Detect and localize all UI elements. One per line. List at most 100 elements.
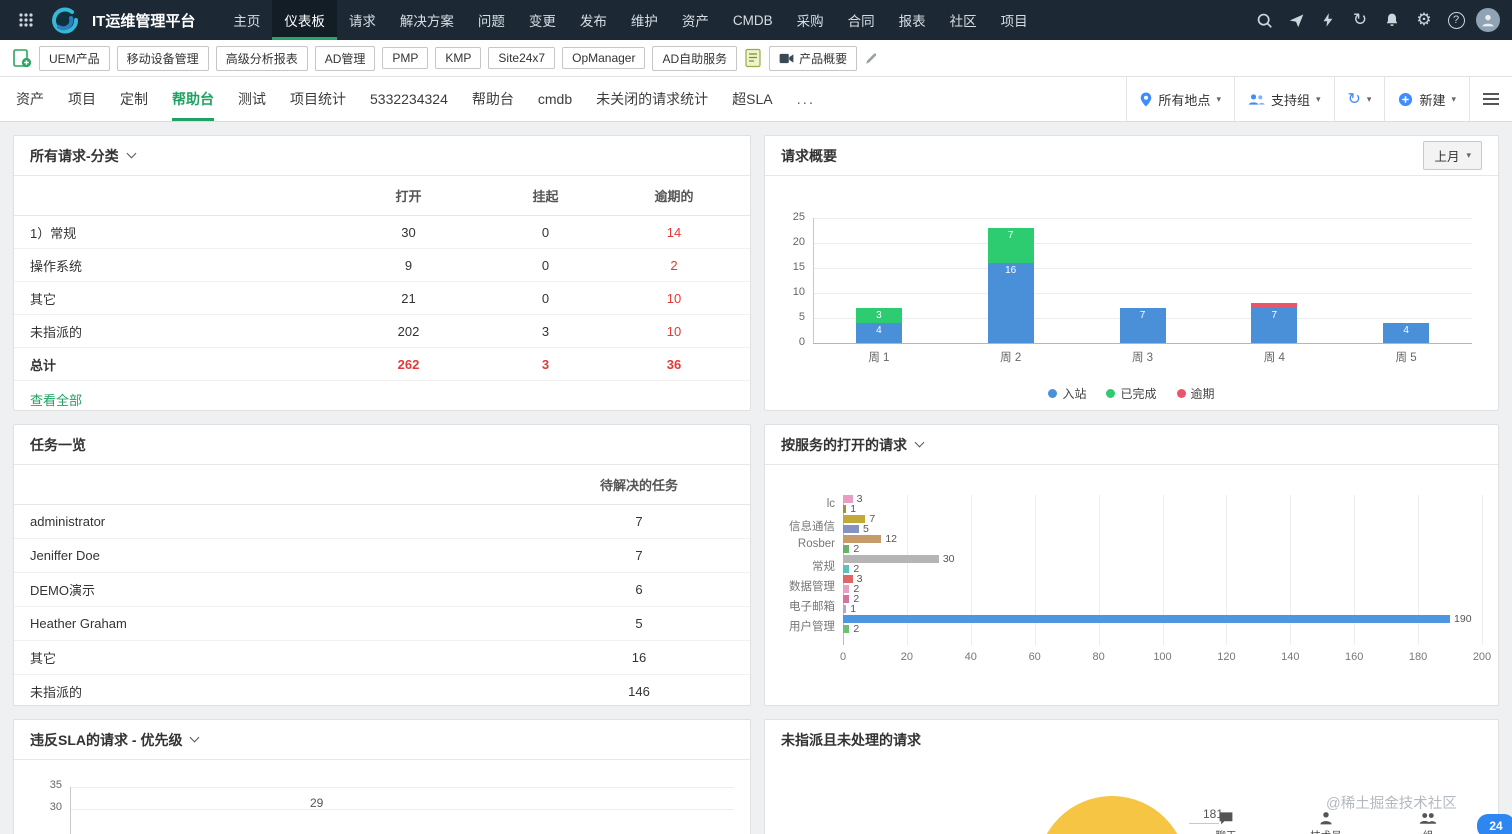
bar[interactable]	[843, 495, 853, 503]
tab-unclosed-stats[interactable]: 未关闭的请求统计	[596, 77, 708, 121]
bar[interactable]	[843, 505, 846, 513]
task-count[interactable]: 5	[544, 616, 734, 631]
bar-segment[interactable]: 4	[856, 323, 902, 343]
shortcut-opmanager[interactable]: OpManager	[562, 47, 645, 69]
nav-item-purchase[interactable]: 采购	[785, 0, 836, 40]
edit-pencil-icon[interactable]	[864, 51, 879, 66]
add-shortcut-icon[interactable]	[12, 48, 32, 68]
open-value[interactable]: 9	[340, 258, 477, 273]
notes-icon[interactable]	[744, 48, 762, 68]
notifications-bell-icon[interactable]	[1378, 6, 1406, 34]
shortcut-adselfservice[interactable]: AD自助服务	[652, 46, 737, 71]
zia-bolt-icon[interactable]	[1314, 6, 1342, 34]
table-row[interactable]: 其它 21 0 10	[14, 282, 750, 315]
chevron-down-icon[interactable]	[126, 149, 136, 159]
bar[interactable]	[843, 595, 849, 603]
shortcut-mdm[interactable]: 移动设备管理	[117, 46, 209, 71]
dock-item-technicians[interactable]: 技术员	[1296, 810, 1356, 834]
nav-item-dashboard[interactable]: 仪表板	[272, 0, 337, 40]
tab-test[interactable]: 测试	[238, 77, 266, 121]
shortcut-pmp[interactable]: PMP	[382, 47, 428, 69]
table-row[interactable]: 1）常规 30 0 14	[14, 216, 750, 249]
view-all-link[interactable]: 查看全部	[14, 381, 98, 411]
legend-item[interactable]: 已完成	[1106, 385, 1156, 402]
announcement-icon[interactable]	[1282, 6, 1310, 34]
task-count[interactable]: 7	[544, 514, 734, 529]
open-value[interactable]: 202	[340, 324, 477, 339]
task-count[interactable]: 6	[544, 582, 734, 597]
bar[interactable]	[843, 585, 849, 593]
bar[interactable]	[843, 555, 939, 563]
bar[interactable]	[843, 575, 853, 583]
tab-5332234324[interactable]: 5332234324	[370, 77, 448, 121]
overdue-value[interactable]: 14	[614, 225, 734, 240]
refresh-dropdown[interactable]: ↻ ▾	[1334, 77, 1385, 121]
dock-item-chat[interactable]: 聊天	[1196, 810, 1256, 834]
nav-item-solutions[interactable]: 解决方案	[388, 0, 466, 40]
settings-gear-icon[interactable]: ⚙	[1410, 6, 1438, 34]
bar[interactable]	[843, 515, 865, 523]
bar-segment[interactable]: 3	[856, 308, 902, 323]
tab-project-stats[interactable]: 项目统计	[290, 77, 346, 121]
open-value[interactable]: 30	[340, 225, 477, 240]
list-item[interactable]: 其它 16	[14, 641, 750, 675]
overdue-total[interactable]: 36	[614, 357, 734, 372]
table-row[interactable]: 未指派的 202 3 10	[14, 315, 750, 348]
nav-item-community[interactable]: 社区	[938, 0, 989, 40]
help-icon[interactable]: ?	[1442, 6, 1470, 34]
bar[interactable]	[843, 565, 849, 573]
nav-item-contracts[interactable]: 合同	[836, 0, 887, 40]
user-avatar[interactable]	[1474, 6, 1502, 34]
nav-item-maintenance[interactable]: 维护	[619, 0, 670, 40]
nav-item-assets[interactable]: 资产	[670, 0, 721, 40]
hold-value[interactable]: 0	[477, 225, 614, 240]
search-icon[interactable]	[1250, 6, 1278, 34]
open-total[interactable]: 262	[340, 357, 477, 372]
support-group-dropdown[interactable]: 支持组 ▾	[1234, 77, 1334, 121]
chat-widget-badge[interactable]: 24	[1477, 814, 1512, 834]
nav-item-changes[interactable]: 变更	[517, 0, 568, 40]
tab-cmdb[interactable]: cmdb	[538, 77, 572, 121]
bar[interactable]	[843, 535, 881, 543]
bar-segment[interactable]: 16	[988, 263, 1034, 343]
overdue-value[interactable]: 2	[614, 258, 734, 273]
hold-value[interactable]: 3	[477, 324, 614, 339]
tab-over-sla[interactable]: 超SLA	[732, 77, 772, 121]
brand-logo-icon[interactable]	[50, 5, 80, 35]
pie-slice[interactable]	[1037, 796, 1187, 834]
list-item[interactable]: 未指派的 146	[14, 675, 750, 706]
legend-item[interactable]: 逾期	[1177, 385, 1215, 402]
bar[interactable]	[843, 605, 846, 613]
table-row[interactable]: 操作系统 9 0 2	[14, 249, 750, 282]
task-count[interactable]: 16	[544, 650, 734, 665]
product-overview-button[interactable]: 产品概要	[769, 46, 857, 71]
shortcut-uem[interactable]: UEM产品	[39, 46, 110, 71]
tabbar-menu-button[interactable]	[1469, 77, 1512, 121]
nav-item-cmdb[interactable]: CMDB	[721, 0, 785, 40]
bar[interactable]	[843, 525, 859, 533]
bar-segment[interactable]	[1251, 303, 1297, 308]
nav-item-releases[interactable]: 发布	[568, 0, 619, 40]
shortcut-site24x7[interactable]: Site24x7	[488, 47, 555, 69]
tab-assets[interactable]: 资产	[16, 77, 44, 121]
list-item[interactable]: Heather Graham 5	[14, 607, 750, 641]
task-count[interactable]: 7	[544, 548, 734, 563]
list-item[interactable]: DEMO演示 6	[14, 573, 750, 607]
legend-item[interactable]: 入站	[1048, 385, 1086, 402]
hold-value[interactable]: 0	[477, 258, 614, 273]
new-dashboard-button[interactable]: 新建 ▾	[1384, 77, 1469, 121]
hold-total[interactable]: 3	[477, 357, 614, 372]
tabs-more-button[interactable]: ...	[797, 77, 816, 121]
shortcut-kmp[interactable]: KMP	[435, 47, 481, 69]
nav-item-requests[interactable]: 请求	[337, 0, 388, 40]
task-count[interactable]: 146	[544, 684, 734, 699]
bar-segment[interactable]: 7	[988, 228, 1034, 263]
hold-value[interactable]: 0	[477, 291, 614, 306]
bar-segment[interactable]: 7	[1251, 308, 1297, 343]
chevron-down-icon[interactable]	[190, 733, 200, 743]
list-item[interactable]: administrator 7	[14, 505, 750, 539]
tab-projects[interactable]: 项目	[68, 77, 96, 121]
app-grid-icon[interactable]	[12, 6, 40, 34]
overdue-value[interactable]: 10	[614, 291, 734, 306]
shortcut-analytics[interactable]: 高级分析报表	[216, 46, 308, 71]
